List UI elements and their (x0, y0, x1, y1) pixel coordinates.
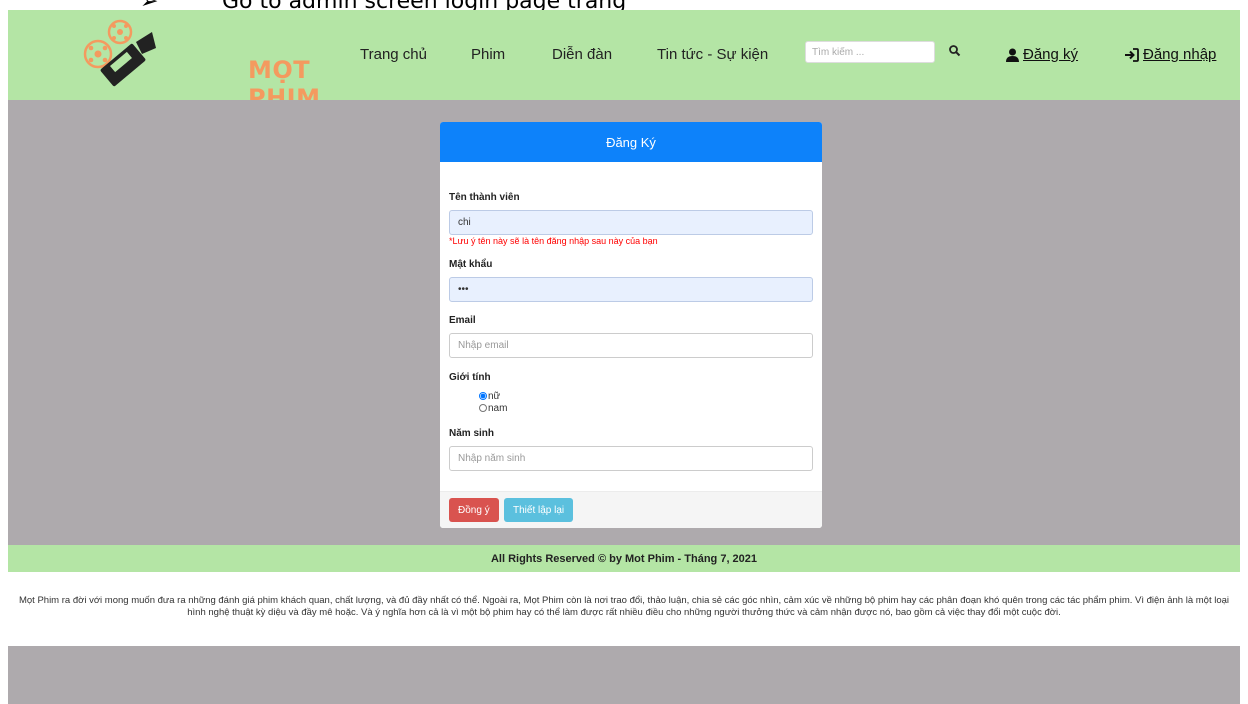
gender-option-label: nữ (488, 390, 501, 402)
nav-item-forum[interactable]: Diễn đàn (552, 46, 612, 63)
register-card: Đăng Ký Tên thành viên *Lưu ý tên này sẽ… (440, 122, 822, 528)
bottom-band (8, 646, 1240, 704)
agree-button[interactable]: Đồng ý (449, 498, 499, 522)
film-camera-icon (83, 19, 156, 87)
birth-year-label: Năm sinh (449, 428, 495, 439)
about-text: Mọt Phim ra đời với mong muốn đưa ra nhữ… (18, 594, 1230, 618)
gender-radio-female[interactable] (479, 392, 487, 400)
login-label: Đăng nhập (1143, 46, 1217, 63)
gender-radio-male[interactable] (479, 404, 487, 412)
email-input[interactable] (449, 333, 813, 358)
login-link[interactable]: Đăng nhập (1124, 46, 1216, 63)
password-input[interactable] (449, 277, 813, 302)
username-label: Tên thành viên (449, 192, 520, 203)
register-label: Đăng ký (1023, 46, 1079, 63)
nav-item-movies[interactable]: Phim (471, 46, 505, 63)
nav-item-news-events[interactable]: Tin tức - Sự kiện (657, 46, 768, 63)
site-header: MỌT PHIM Trang chủ Phim Diễn đàn Tin tức… (8, 10, 1240, 112)
gender-option-male[interactable]: nam (479, 402, 813, 414)
search-input[interactable] (805, 41, 935, 63)
password-label: Mật khẩu (449, 259, 493, 270)
birth-year-input[interactable] (449, 446, 813, 471)
site-logo[interactable]: MỌT PHIM (80, 18, 320, 112)
nav-item-home[interactable]: Trang chủ (360, 46, 427, 63)
gender-option-label: nam (488, 402, 508, 414)
reset-button[interactable]: Thiết lập lại (504, 498, 574, 522)
register-form: Tên thành viên *Lưu ý tên này sẽ là tên … (440, 162, 822, 471)
sign-in-icon (1125, 47, 1139, 62)
gender-label: Giới tính (449, 372, 491, 383)
copyright-text: All Rights Reserved © by Mot Phim - Thán… (490, 552, 758, 565)
email-label: Email (449, 315, 476, 326)
main-area: Đăng Ký Tên thành viên *Lưu ý tên này sẽ… (8, 100, 1240, 545)
copyright-bar: All Rights Reserved © by Mot Phim - Thán… (8, 545, 1240, 572)
gender-radio-group: nữ nam (479, 390, 813, 414)
username-input[interactable] (449, 210, 813, 235)
register-card-footer: Đồng ý Thiết lập lại (440, 491, 822, 528)
search-icon[interactable] (948, 44, 962, 58)
gender-option-female[interactable]: nữ (479, 390, 813, 402)
register-card-title: Đăng Ký (440, 122, 822, 162)
user-icon (1006, 48, 1019, 62)
username-hint: *Lưu ý tên này sẽ là tên đăng nhập sau n… (449, 236, 658, 246)
register-link[interactable]: Đăng ký (1006, 46, 1078, 63)
